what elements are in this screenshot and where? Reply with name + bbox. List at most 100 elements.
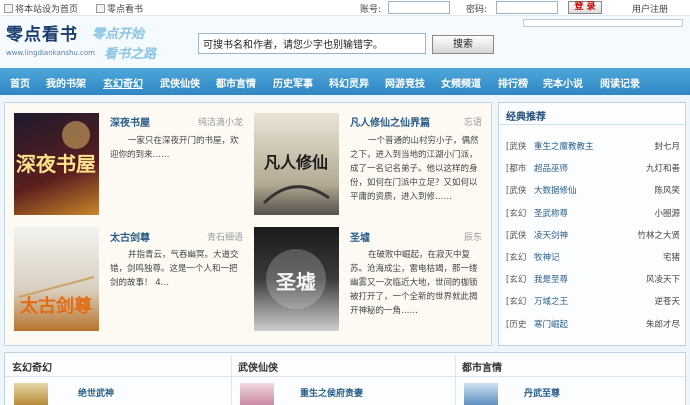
rec-category[interactable]: [玄幻 <box>506 207 526 219</box>
book-title-4[interactable]: 圣墟 <box>350 229 370 244</box>
login-button[interactable]: 登 录 <box>568 1 602 14</box>
nav-lishi[interactable]: 历史军事 <box>273 75 313 90</box>
recommend-row: [历史 寒门崛起 朱郎才尽 <box>506 318 680 332</box>
book-title-3[interactable]: 太古剑尊 <box>110 229 150 244</box>
password-label: 密码: <box>466 5 488 15</box>
rec-author[interactable]: 九灯和善 <box>646 162 680 174</box>
account-input[interactable] <box>388 1 450 14</box>
section-title-wuxia[interactable]: 武侠仙侠 <box>238 359 278 377</box>
rec-category[interactable]: [武侠 <box>506 184 526 196</box>
book-author-1[interactable]: 纯洁滴小龙 <box>175 115 243 128</box>
header-decor-box <box>523 19 683 27</box>
rec-book-name[interactable]: 超品巫师 <box>534 162 568 174</box>
recommend-row: [玄幻 牧神记 宅猪 <box>506 251 680 265</box>
book-desc-3: 并指青云，气吞幽冥。大道交错，剑鸣独尊。这是一个人和一把剑的故事！ 4… <box>110 250 239 288</box>
book-title-2[interactable]: 凡人修仙之仙界篇 <box>350 114 430 129</box>
nav-home[interactable]: 首页 <box>10 75 30 90</box>
section-separator <box>231 355 232 405</box>
rec-author[interactable]: 逆苍天 <box>654 295 680 307</box>
rec-author[interactable]: 宅猪 <box>663 251 680 263</box>
recommend-row: [玄幻 圣武称尊 小圈源 <box>506 207 680 221</box>
account-label: 账号: <box>360 5 382 15</box>
nav-xuanhuan[interactable]: 玄幻奇幻 <box>103 75 143 90</box>
book-author-3[interactable]: 青石细语 <box>175 230 243 243</box>
book-title-1[interactable]: 深夜书屋 <box>110 114 150 129</box>
book-cover-2-art: 凡人修仙 <box>262 153 330 205</box>
rec-book-name[interactable]: 我是至尊 <box>534 273 568 285</box>
book-cover-2-text: 凡人修仙 <box>264 153 328 172</box>
rec-category[interactable]: [武侠 <box>506 140 526 152</box>
book-cover-4-text: 圣墟 <box>276 270 316 294</box>
section-thumb-3[interactable] <box>464 383 498 405</box>
rec-category[interactable]: [玄幻 <box>506 251 526 263</box>
rec-author[interactable]: 陈风笑 <box>654 184 680 196</box>
rec-book-name[interactable]: 牧神记 <box>534 251 560 263</box>
search-input[interactable] <box>198 33 426 54</box>
rec-author[interactable]: 风凌天下 <box>646 273 680 285</box>
book-author-2[interactable]: 忘语 <box>430 115 482 128</box>
recommend-row: [都市 超品巫师 九灯和善 <box>506 162 680 176</box>
bookmark-label[interactable]: 零点看书 <box>107 5 143 15</box>
recommend-row: [玄幻 我是至尊 风凌天下 <box>506 273 680 287</box>
nav-history[interactable]: 阅读记录 <box>600 75 640 90</box>
nav-kehuan[interactable]: 科幻灵异 <box>329 75 369 90</box>
site-logo[interactable]: 零点看书 <box>6 20 78 45</box>
rec-author[interactable]: 竹林之大贤 <box>637 229 680 241</box>
bookmark-icon <box>96 4 105 13</box>
section-separator <box>455 355 456 405</box>
slogan-line2: 看书之路 <box>104 47 157 62</box>
book-cover-4[interactable]: 圣墟 <box>254 227 339 331</box>
rec-book-name[interactable]: 凌天剑神 <box>534 229 568 241</box>
recommend-title: 经典推荐 <box>506 112 546 123</box>
book-author-4[interactable]: 辰东 <box>430 230 482 243</box>
rec-author[interactable]: 封七月 <box>654 140 680 152</box>
book-cover-3[interactable]: 太古剑尊 <box>14 227 99 331</box>
set-homepage-link[interactable]: 将本站设为首页 <box>4 2 78 15</box>
book-cover-2[interactable]: 凡人修仙 <box>254 113 339 215</box>
rec-category[interactable]: [玄幻 <box>506 295 526 307</box>
nav-dushi[interactable]: 都市言情 <box>216 75 256 90</box>
book-cover-3-art: 太古剑尊 <box>18 276 95 317</box>
recommend-row: [武侠 大数据修仙 陈风笑 <box>506 184 680 198</box>
bookmark-link[interactable]: 零点看书 <box>96 2 143 15</box>
rec-author[interactable]: 朱郎才尽 <box>646 318 680 330</box>
book-cover-1[interactable]: 深夜书屋 <box>14 113 99 215</box>
main-nav: 首页 我的书架 玄幻奇幻 武侠仙侠 都市言情 历史军事 科幻灵异 网游竞技 女频… <box>0 68 690 95</box>
nav-bookshelf[interactable]: 我的书架 <box>46 75 86 90</box>
nav-nvpin[interactable]: 女频频道 <box>441 75 481 90</box>
book-desc-4: 在破败中崛起，在寂灭中复苏。沧海成尘，雷电枯竭，那一缕幽雾又一次临近大地，世间的… <box>350 250 478 316</box>
recommend-panel <box>498 102 686 346</box>
section-title-xuanhuan[interactable]: 玄幻奇幻 <box>12 359 52 377</box>
book-desc-1: 一家只在深夜开门的书屋，欢迎你的到来…… <box>110 136 239 160</box>
nav-finished[interactable]: 完本小说 <box>543 75 583 90</box>
section-book-3[interactable]: 丹武至尊 <box>524 386 560 399</box>
recommend-row: [武侠 重生之魔教教主 封七月 <box>506 140 680 154</box>
rec-category[interactable]: [都市 <box>506 162 526 174</box>
rec-book-name[interactable]: 寒门崛起 <box>534 318 568 330</box>
nav-wangyou[interactable]: 网游竞技 <box>385 75 425 90</box>
book-cover-4-art: 圣墟 <box>266 249 326 309</box>
rec-book-name[interactable]: 大数据修仙 <box>534 184 577 196</box>
rec-category[interactable]: [武侠 <box>506 229 526 241</box>
section-book-1[interactable]: 绝世武神 <box>78 386 114 399</box>
slogan-line1: 零点开始 <box>92 27 145 42</box>
section-book-2[interactable]: 重生之侯府贵妻 <box>300 386 363 399</box>
section-title-dushi[interactable]: 都市言情 <box>462 359 502 377</box>
password-input[interactable] <box>496 1 558 14</box>
register-link[interactable]: 用户注册 <box>632 2 668 15</box>
section-thumb-1[interactable] <box>14 383 48 405</box>
section-thumb-2[interactable] <box>240 383 274 405</box>
nav-ranking[interactable]: 排行榜 <box>498 75 528 90</box>
rec-book-name[interactable]: 万域之王 <box>534 295 568 307</box>
set-homepage-label[interactable]: 将本站设为首页 <box>15 5 78 15</box>
rec-category[interactable]: [玄幻 <box>506 273 526 285</box>
recommend-row: [玄幻 万域之王 逆苍天 <box>506 295 680 309</box>
rec-author[interactable]: 小圈源 <box>654 207 680 219</box>
nav-wuxia[interactable]: 武侠仙侠 <box>160 75 200 90</box>
search-button[interactable]: 搜索 <box>432 35 494 54</box>
rec-category[interactable]: [历史 <box>506 318 526 330</box>
rec-book-name[interactable]: 重生之魔教教主 <box>534 140 594 152</box>
header: 零点看书 www.lingdiankanshu.com 零点开始 看书之路 搜索 <box>0 16 690 68</box>
rec-book-name[interactable]: 圣武称尊 <box>534 207 568 219</box>
top-bar: 将本站设为首页 零点看书 账号: 密码: 登 录 用户注册 <box>0 0 690 16</box>
